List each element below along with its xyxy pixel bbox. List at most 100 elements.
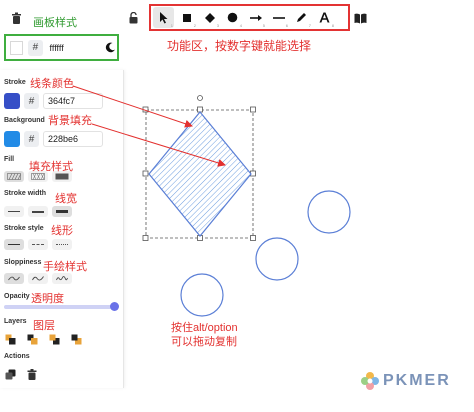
stroke-style-dashed[interactable] — [28, 239, 48, 250]
tool-draw[interactable]: 7 — [291, 7, 312, 28]
bring-to-front-icon — [71, 334, 82, 345]
rectangle-icon — [182, 13, 191, 22]
canvas-background-picker: # ffffff — [4, 34, 119, 61]
selection-box[interactable] — [145, 109, 254, 239]
stroke-style-dotted[interactable] — [52, 239, 72, 250]
sloppiness-architect[interactable] — [4, 273, 24, 284]
stroke-style-solid[interactable] — [4, 239, 24, 250]
annotation-opacity: 透明度 — [31, 293, 64, 305]
logo-text: PKMER — [383, 372, 451, 389]
stroke-width-label: Stroke width — [4, 190, 47, 197]
arrow-icon — [249, 14, 262, 21]
dark-mode-toggle[interactable] — [104, 41, 117, 55]
lock-icon — [129, 12, 137, 24]
opacity-slider-handle[interactable] — [110, 302, 119, 311]
bring-forward-icon — [49, 334, 60, 345]
circle-shape[interactable] — [255, 237, 299, 281]
annotation-stroke-style: 线形 — [51, 225, 73, 237]
clear-canvas-button[interactable] — [7, 8, 25, 28]
hash-label: # — [24, 93, 39, 109]
opacity-label: Opacity — [4, 293, 30, 300]
tool-diamond[interactable]: 3 — [199, 7, 220, 28]
resize-handle[interactable] — [142, 106, 149, 113]
tool-line[interactable]: 6 — [268, 7, 289, 28]
tool-rectangle[interactable]: 2 — [176, 7, 197, 28]
library-button[interactable] — [351, 8, 369, 28]
background-hex-input[interactable]: 228be6 — [43, 131, 103, 147]
circle-shape[interactable] — [307, 190, 351, 234]
wave-icon — [32, 276, 44, 281]
curve-icon — [8, 276, 20, 281]
crosshatch-icon — [31, 173, 45, 180]
tool-arrow[interactable]: 5 — [245, 7, 266, 28]
bring-to-front-button[interactable] — [70, 333, 83, 346]
resize-handle[interactable] — [250, 106, 256, 113]
stroke-width-thin[interactable] — [4, 206, 24, 217]
tool-text[interactable]: 8 — [314, 7, 335, 28]
background-label: Background — [4, 117, 45, 124]
annotation-alt-hint-line2: 可以拖动复制 — [171, 336, 237, 348]
annotation-background-fill: 背景填充 — [48, 115, 92, 127]
book-icon — [354, 13, 366, 23]
resize-handle[interactable] — [197, 235, 203, 241]
solid-line-icon — [8, 243, 20, 246]
annotation-canvas-style: 画板样式 — [33, 17, 77, 29]
solid-fill-icon — [55, 173, 69, 180]
canvas-hex-input[interactable]: ffffff — [48, 40, 99, 56]
annotation-fill-style: 填充样式 — [29, 161, 73, 173]
delete-button[interactable] — [25, 368, 38, 381]
stroke-width-bold[interactable] — [28, 206, 48, 217]
ellipse-icon — [227, 12, 238, 23]
dotted-line-icon — [56, 244, 68, 245]
tool-ellipse[interactable]: 4 — [222, 7, 243, 28]
annotation-sloppiness: 手绘样式 — [43, 261, 87, 273]
sloppiness-cartoonist[interactable] — [52, 273, 72, 284]
circle-shape[interactable] — [180, 273, 224, 317]
resize-handle[interactable] — [142, 235, 149, 241]
squiggle-icon — [56, 276, 68, 281]
diamond-shape[interactable] — [148, 111, 252, 237]
thin-line-icon — [8, 211, 20, 212]
send-to-back-button[interactable] — [4, 333, 17, 346]
actions-label: Actions — [4, 353, 30, 360]
pointer-icon — [159, 11, 167, 23]
hachure-icon — [7, 173, 21, 180]
sloppiness-label: Sloppiness — [4, 259, 42, 266]
resize-handle[interactable] — [250, 170, 256, 177]
pkmer-logo: PKMER — [360, 371, 451, 391]
rotation-handle[interactable] — [197, 95, 203, 101]
stroke-width-extra-bold[interactable] — [52, 206, 72, 217]
send-backward-button[interactable] — [26, 333, 39, 346]
annotation-stroke-color: 线条颜色 — [30, 78, 74, 90]
flower-logo-icon — [361, 372, 379, 390]
resize-handle[interactable] — [250, 235, 256, 241]
sloppiness-artist[interactable] — [28, 273, 48, 284]
resize-handle[interactable] — [197, 106, 203, 113]
bold-line-icon — [32, 210, 44, 213]
resize-handle[interactable] — [142, 170, 149, 177]
layers-label: Layers — [4, 318, 27, 325]
pencil-icon — [297, 13, 306, 22]
diamond-icon — [204, 12, 215, 23]
hash-label: # — [24, 131, 39, 147]
annotation-layers: 图层 — [33, 320, 55, 332]
lock-button[interactable] — [124, 8, 142, 28]
trash-icon — [11, 12, 21, 24]
fill-hachure-option[interactable] — [4, 171, 24, 182]
stroke-label: Stroke — [4, 79, 26, 86]
stroke-hex-input[interactable]: 364fc7 — [43, 93, 103, 109]
send-to-back-icon — [5, 334, 16, 345]
background-color-swatch[interactable] — [4, 131, 20, 147]
hash-label: # — [28, 39, 43, 56]
trash-icon — [27, 369, 36, 380]
tool-selection[interactable]: 1 — [153, 7, 174, 28]
annotation-tool-area: 功能区，按数字键就能选择 — [167, 39, 312, 53]
bring-forward-button[interactable] — [48, 333, 61, 346]
duplicate-button[interactable] — [4, 368, 17, 381]
moon-icon — [105, 42, 115, 53]
stroke-color-swatch[interactable] — [4, 93, 20, 109]
text-icon — [319, 12, 330, 23]
send-backward-icon — [27, 334, 38, 345]
dashed-line-icon — [32, 244, 44, 245]
canvas-color-swatch[interactable] — [10, 40, 24, 55]
